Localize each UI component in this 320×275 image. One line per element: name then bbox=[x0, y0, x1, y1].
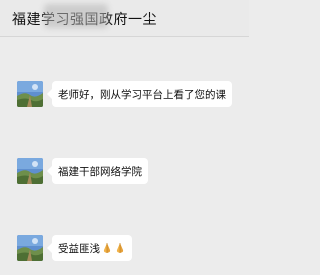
avatar[interactable] bbox=[17, 81, 43, 107]
avatar[interactable] bbox=[17, 158, 43, 184]
message-bubble[interactable]: 老师好，刚从学习平台上看了您的课 bbox=[47, 81, 232, 107]
message-row: 福建干部网络学院 bbox=[17, 158, 148, 184]
message-text: 福建干部网络学院 bbox=[58, 165, 142, 178]
avatar[interactable] bbox=[17, 235, 43, 261]
avatar-landscape-icon bbox=[17, 81, 43, 107]
message-text: 老师好，刚从学习平台上看了您的课 bbox=[58, 88, 226, 101]
avatar-landscape-icon bbox=[17, 158, 43, 184]
chat-header: 福建学习强国政府一尘 bbox=[0, 0, 249, 37]
message-bubble[interactable]: 受益匪浅 bbox=[47, 235, 132, 261]
message-row: 老师好，刚从学习平台上看了您的课 bbox=[17, 81, 232, 107]
praying-hands-icon bbox=[116, 243, 124, 253]
praying-hands-icon bbox=[103, 243, 111, 253]
avatar-landscape-icon bbox=[17, 235, 43, 261]
message-bubble[interactable]: 福建干部网络学院 bbox=[47, 158, 148, 184]
message-text: 受益匪浅 bbox=[58, 242, 100, 255]
message-row: 受益匪浅 bbox=[17, 235, 132, 261]
redaction-blur bbox=[44, 4, 108, 28]
